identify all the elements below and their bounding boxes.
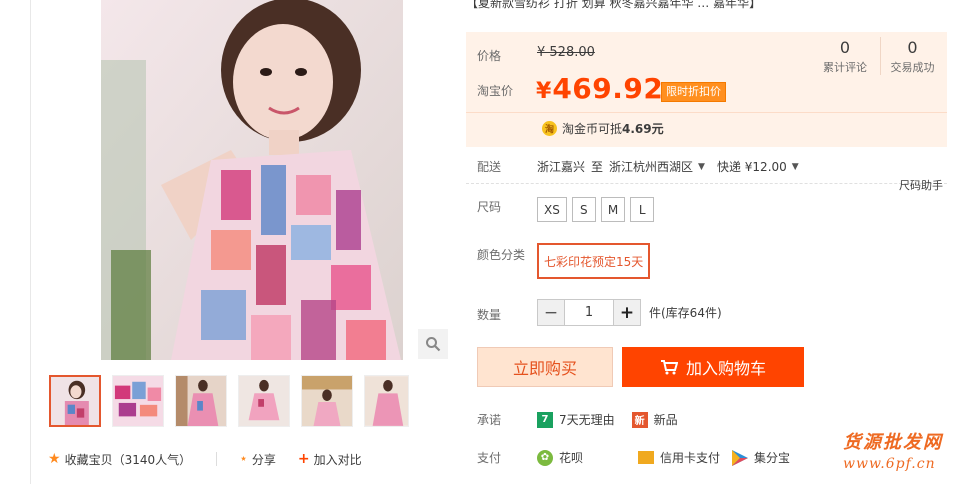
product-photo-illustration — [101, 0, 403, 360]
quantity-stepper: − 1 + 件(库存64件) — [537, 299, 722, 326]
thumbnail-3[interactable] — [175, 375, 227, 427]
thumbnail-image — [113, 376, 163, 426]
size-option-m[interactable]: M — [600, 197, 626, 222]
original-price: ¥ 528.00 — [537, 45, 595, 60]
promise-7day-text: 7天无理由 — [559, 413, 615, 427]
payment-label: 支付 — [477, 451, 502, 465]
promise-7day[interactable]: 7 7天无理由 — [537, 411, 615, 428]
promo-price-label: 淘宝价 — [477, 84, 514, 98]
payment-huabei-text: 花呗 — [559, 451, 584, 465]
huabei-icon: ✿ — [537, 449, 553, 466]
jifenbao-icon — [732, 449, 749, 466]
compare-button[interactable]: + 加入对比 — [298, 451, 362, 468]
site-watermark: 货源批发网 www.6pf.cn — [843, 428, 959, 472]
size-help-link[interactable]: 尺码助手 — [899, 177, 943, 193]
sales-count: 0 — [907, 38, 918, 57]
watermark-line2: www.6pf.cn — [843, 456, 936, 472]
stock-info: 件(库存64件) — [649, 306, 722, 320]
add-to-cart-button[interactable]: 加入购物车 — [622, 347, 804, 387]
product-actions: ★ 收藏宝贝（3140人气） ⋆ 分享 + 加入对比 — [48, 449, 362, 469]
price-divider — [466, 112, 947, 113]
price-panel: 价格 ¥ 528.00 淘宝价 ¥ 469.92 限时折扣价 0 累计评论 0 … — [466, 32, 947, 147]
watermark-line1: 货源批发网 — [843, 432, 943, 453]
thumbnail-6[interactable] — [364, 375, 409, 427]
payment-credit-card-text: 信用卡支付 — [660, 451, 721, 465]
add-to-cart-label: 加入购物车 — [685, 359, 766, 378]
size-options: XS S M L — [537, 197, 655, 222]
buy-now-button[interactable]: 立即购买 — [477, 347, 613, 387]
favorite-button[interactable]: ★ 收藏宝贝（3140人气） — [48, 451, 191, 468]
promise-row: 承诺 7 7天无理由 新 新品 — [477, 411, 695, 428]
action-divider — [216, 452, 218, 466]
chevron-down-icon[interactable]: ▼ — [792, 162, 799, 172]
coin-text: 淘金币可抵4.69元 — [562, 122, 664, 136]
product-title: 【夏新款雪纺衫 打折 划算 秋冬嘉兴嘉年华 … 嘉年华】 — [466, 0, 762, 10]
color-label: 颜色分类 — [477, 248, 526, 262]
color-option-selected[interactable]: 七彩印花预定15天 — [537, 243, 651, 279]
size-label: 尺码 — [477, 200, 502, 214]
promise-new-text: 新品 — [653, 413, 678, 427]
ship-to-select[interactable]: 浙江杭州西湖区 — [609, 158, 693, 175]
magnifier-icon — [426, 337, 441, 352]
taojinbi-info: 淘 淘金币可抵4.69元 — [542, 120, 664, 137]
dashed-divider — [466, 183, 947, 184]
quantity-minus-button[interactable]: − — [537, 299, 565, 326]
thumbnail-image — [365, 376, 408, 426]
payment-credit-card[interactable]: 信用卡支付 — [638, 449, 720, 466]
shipping-method-select[interactable]: 快递 ¥12.00 — [717, 158, 787, 175]
size-option-l[interactable]: L — [630, 197, 655, 222]
thumbnail-2[interactable] — [112, 375, 164, 427]
thumbnail-strip — [49, 375, 409, 427]
thumbnail-1[interactable] — [49, 375, 101, 427]
share-icon: ⋆ — [239, 451, 248, 467]
taojinbi-coin-icon: 淘 — [542, 121, 557, 136]
thumbnail-image — [51, 377, 99, 425]
ship-to-word: 至 — [591, 160, 604, 174]
main-product-image[interactable] — [101, 0, 403, 360]
zoom-button[interactable] — [418, 329, 448, 359]
payment-jifenbao[interactable]: 集分宝 — [732, 449, 790, 466]
plus-icon: + — [297, 451, 310, 467]
quantity-input[interactable]: 1 — [565, 299, 613, 326]
seven-day-icon: 7 — [537, 411, 553, 428]
price-label: 价格 — [477, 49, 502, 63]
shipping-label: 配送 — [477, 160, 502, 174]
quantity-label: 数量 — [477, 308, 502, 322]
cart-icon — [660, 360, 678, 375]
share-label: 分享 — [251, 452, 276, 467]
star-icon: ★ — [48, 451, 61, 467]
promo-tag: 限时折扣价 — [661, 82, 726, 102]
favorite-label: 收藏宝贝（3140人气） — [64, 452, 192, 467]
reviews-label: 累计评论 — [823, 61, 867, 74]
sales-label: 交易成功 — [890, 61, 935, 74]
share-button[interactable]: ⋆ 分享 — [239, 451, 276, 468]
reviews-stat[interactable]: 0 累计评论 — [813, 37, 877, 75]
thumbnail-image — [239, 376, 289, 426]
credit-card-icon — [638, 451, 655, 464]
compare-label: 加入对比 — [313, 452, 362, 467]
shipping-row: 配送 浙江嘉兴 至 浙江杭州西湖区 ▼ 快递 ¥12.00 ▼ — [477, 158, 811, 175]
promise-new[interactable]: 新 新品 — [631, 411, 678, 428]
new-item-icon: 新 — [631, 411, 648, 428]
payment-row: 支付 ✿ 花呗 信用卡支付 集分宝 — [477, 449, 807, 466]
thumbnail-image — [302, 376, 352, 426]
thumbnail-image — [176, 376, 226, 426]
thumbnail-4[interactable] — [238, 375, 290, 427]
size-option-s[interactable]: S — [571, 197, 596, 222]
thumbnail-5[interactable] — [301, 375, 353, 427]
promo-price: ¥ 469.92 — [536, 72, 663, 105]
payment-huabei[interactable]: ✿ 花呗 — [537, 449, 583, 466]
ship-from: 浙江嘉兴 — [537, 160, 586, 174]
promise-label: 承诺 — [477, 413, 502, 427]
quantity-plus-button[interactable]: + — [613, 299, 641, 326]
sales-stat: 0 交易成功 — [880, 37, 944, 75]
payment-jifenbao-text: 集分宝 — [754, 451, 791, 465]
reviews-count: 0 — [839, 38, 851, 57]
left-divider — [30, 0, 31, 484]
chevron-down-icon[interactable]: ▼ — [698, 162, 705, 172]
size-option-xs[interactable]: XS — [537, 197, 567, 222]
promo-amount: 469.92 — [552, 72, 664, 105]
currency-symbol: ¥ — [536, 79, 552, 104]
